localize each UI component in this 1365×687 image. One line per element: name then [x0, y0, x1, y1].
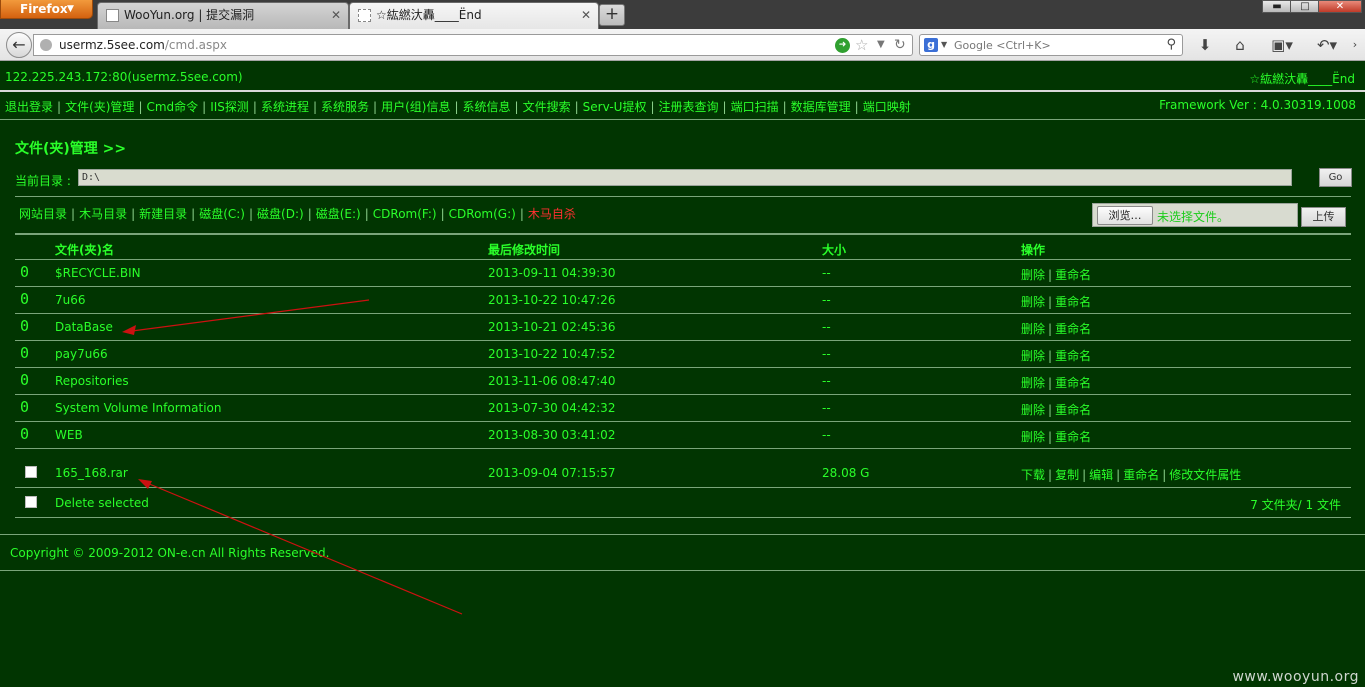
chevron-right-icon[interactable]: › — [1348, 35, 1362, 55]
search-bar[interactable]: g ▼ ⚲ — [919, 34, 1183, 56]
annotation-arrow-database — [122, 299, 370, 335]
annotation-arrow-rar — [138, 479, 463, 615]
tab-title: WooYun.org | 提交漏洞 — [124, 8, 255, 22]
watermark: www.wooyun.org — [1232, 669, 1359, 685]
close-icon[interactable]: ✕ — [581, 3, 591, 27]
home-icon[interactable]: ⌂ — [1230, 35, 1250, 55]
maximize-button[interactable]: □ — [1290, 0, 1320, 13]
tab-webshell[interactable]: ☆紘繎汏轟____Ёnd ✕ — [349, 2, 599, 29]
new-tab-button[interactable]: + — [599, 4, 625, 26]
page-favicon-icon — [358, 9, 371, 22]
firefox-menu-label: Firefox — [20, 2, 68, 16]
address-bar[interactable]: usermz.5see.com/cmd.aspx ➜ ☆ ▼ ↻ — [33, 34, 913, 56]
webshell-page: 122.225.243.172:80(usermz.5see.com) ☆紘繎汏… — [0, 62, 1365, 687]
url-text: usermz.5see.com/cmd.aspx — [59, 38, 227, 52]
back-button[interactable]: ← — [6, 32, 32, 58]
minimize-button[interactable]: ▬ — [1262, 0, 1292, 13]
annotation-arrows — [122, 299, 463, 615]
tab-wooyun[interactable]: WooYun.org | 提交漏洞 ✕ — [97, 2, 349, 29]
chevron-down-icon[interactable]: ▼ — [877, 35, 885, 55]
bookmark-star-icon[interactable]: ☆ — [855, 35, 868, 55]
page-favicon-icon — [106, 9, 119, 22]
history-back-icon[interactable]: ↶▾ — [1314, 35, 1340, 55]
go-icon[interactable]: ➜ — [835, 38, 850, 53]
close-window-button[interactable]: ✕ — [1318, 0, 1362, 13]
tab-title: ☆紘繎汏轟____Ёnd — [376, 8, 482, 22]
navigation-toolbar: ← usermz.5see.com/cmd.aspx ➜ ☆ ▼ ↻ g ▼ ⚲… — [0, 29, 1365, 61]
bookmarks-menu-icon[interactable]: ▣▾ — [1266, 35, 1298, 55]
browser-tab-bar: Firefox ▼ WooYun.org | 提交漏洞 ✕ ☆紘繎汏轟____Ё… — [0, 0, 1365, 29]
globe-icon — [40, 39, 52, 51]
close-icon[interactable]: ✕ — [331, 3, 341, 27]
search-input[interactable] — [954, 37, 1154, 53]
google-icon[interactable]: g — [924, 38, 938, 52]
firefox-menu-button[interactable]: Firefox ▼ — [0, 0, 93, 19]
reload-icon[interactable]: ↻ — [894, 35, 906, 55]
chevron-down-icon: ▼ — [67, 4, 74, 14]
download-icon[interactable]: ⬇ — [1196, 35, 1214, 55]
search-icon[interactable]: ⚲ — [1166, 35, 1176, 55]
chevron-down-icon[interactable]: ▼ — [941, 35, 947, 55]
